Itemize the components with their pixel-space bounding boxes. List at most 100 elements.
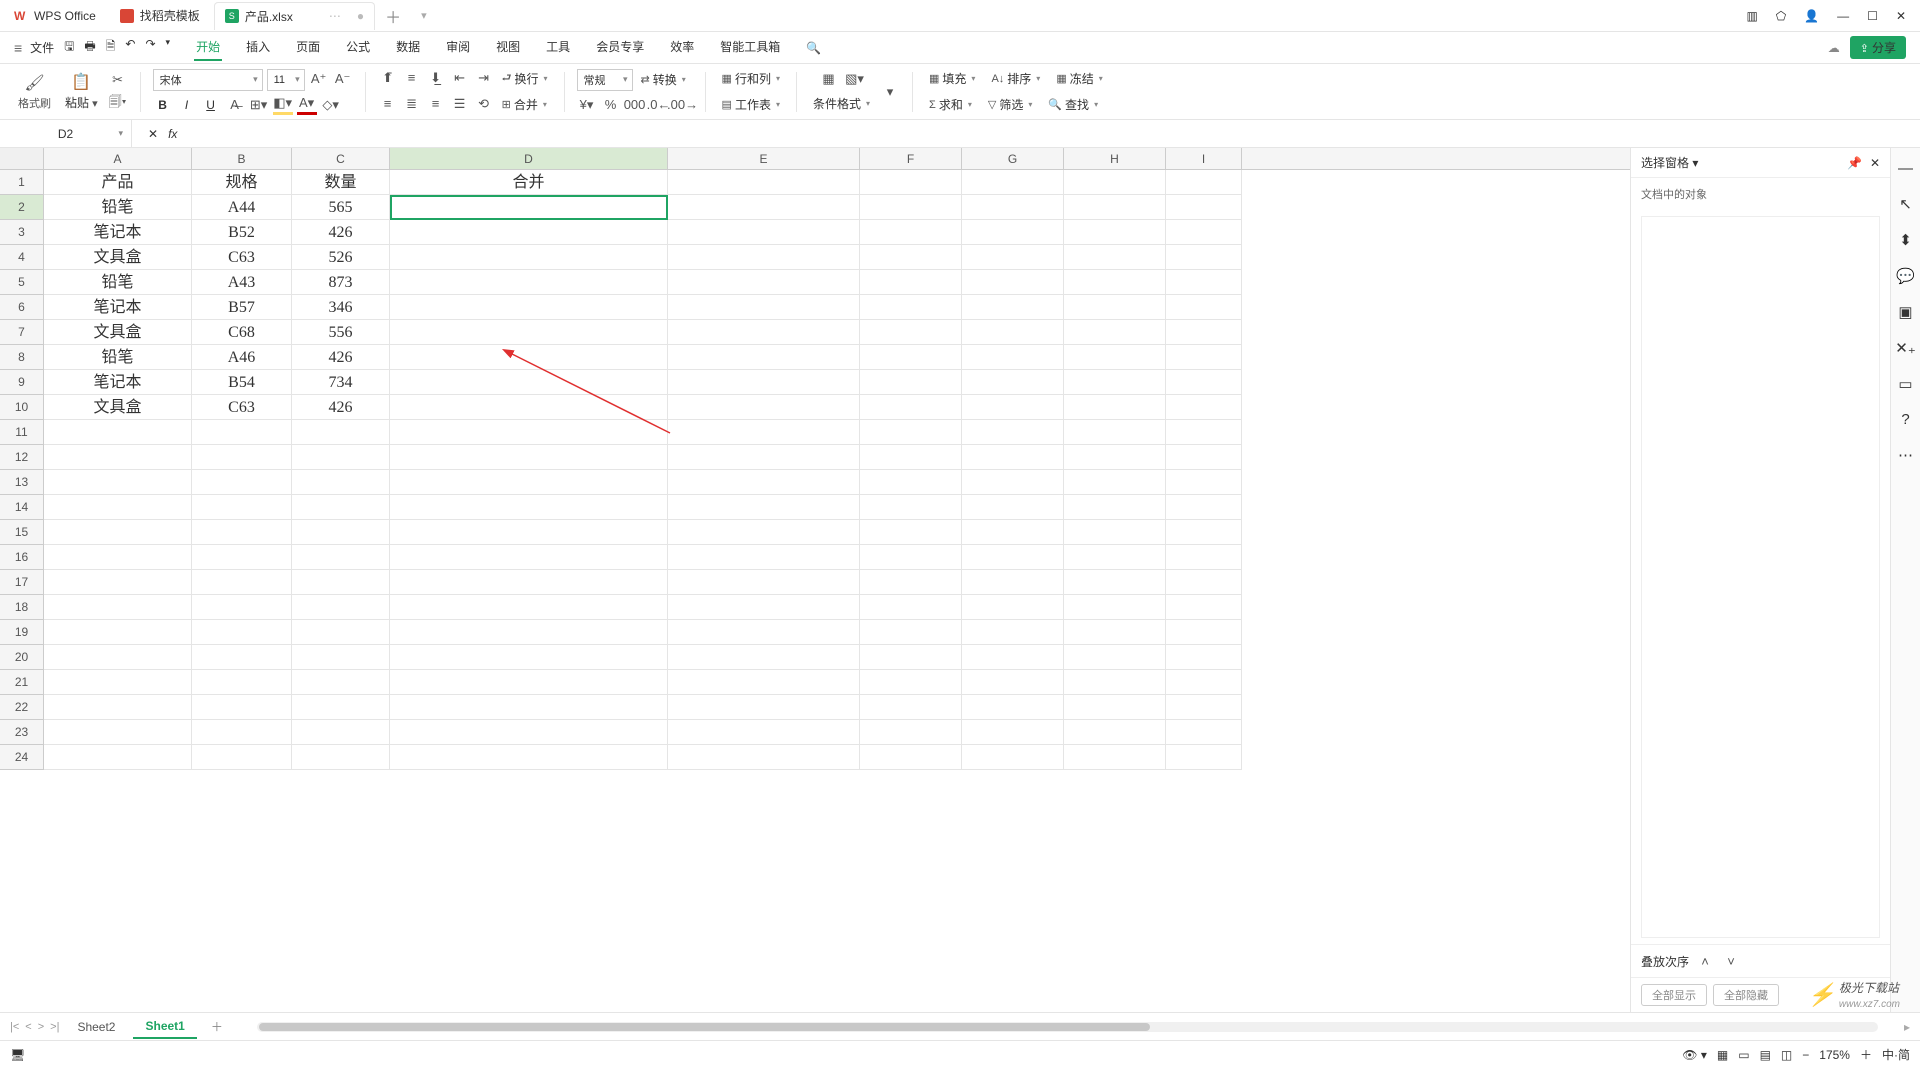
cell[interactable] — [1166, 170, 1242, 195]
cell[interactable]: 铅笔 — [44, 270, 192, 295]
cell[interactable] — [192, 745, 292, 770]
cell[interactable] — [668, 595, 860, 620]
cell[interactable] — [292, 745, 390, 770]
cell[interactable] — [390, 695, 668, 720]
cell[interactable] — [860, 695, 962, 720]
cell[interactable] — [962, 295, 1064, 320]
cell[interactable]: 规格 — [192, 170, 292, 195]
wrap-text-button[interactable]: ⮐ 换行 — [498, 68, 552, 90]
cell[interactable] — [1166, 520, 1242, 545]
comma-icon[interactable]: 000 — [625, 95, 645, 115]
percent-icon[interactable]: % — [601, 95, 621, 115]
cell[interactable] — [44, 520, 192, 545]
save-icon[interactable]: 🖫 — [64, 37, 74, 58]
row-header[interactable]: 22 — [0, 695, 44, 720]
row-header[interactable]: 19 — [0, 620, 44, 645]
cell[interactable] — [390, 270, 668, 295]
cell[interactable] — [668, 370, 860, 395]
tab-templates[interactable]: 找稻壳模板 — [110, 2, 210, 30]
cell[interactable]: A46 — [192, 345, 292, 370]
cell[interactable] — [1166, 470, 1242, 495]
cell[interactable]: B54 — [192, 370, 292, 395]
cell[interactable]: 873 — [292, 270, 390, 295]
column-header[interactable]: I — [1166, 148, 1242, 169]
cell[interactable]: 产品 — [44, 170, 192, 195]
sheet-next-icon[interactable]: > — [38, 1021, 44, 1033]
cell[interactable]: 426 — [292, 220, 390, 245]
cell[interactable] — [962, 595, 1064, 620]
cell[interactable] — [390, 645, 668, 670]
cell[interactable] — [860, 445, 962, 470]
cell[interactable] — [962, 670, 1064, 695]
cell[interactable] — [860, 520, 962, 545]
cell[interactable] — [1064, 620, 1166, 645]
cell[interactable] — [1166, 345, 1242, 370]
cell[interactable] — [292, 545, 390, 570]
image-icon[interactable]: ▣ — [1898, 303, 1912, 321]
cell[interactable] — [860, 245, 962, 270]
indent-right-icon[interactable]: ⇥ — [474, 68, 494, 88]
worksheet-button[interactable]: ▤ 工作表 — [718, 94, 784, 116]
cell[interactable] — [390, 420, 668, 445]
row-header[interactable]: 6 — [0, 295, 44, 320]
cell[interactable] — [1064, 645, 1166, 670]
styles-dropdown-icon[interactable]: ▾ — [880, 82, 900, 102]
cell[interactable] — [44, 495, 192, 520]
menu-tab-1[interactable]: 插入 — [244, 34, 272, 61]
cell[interactable] — [860, 645, 962, 670]
cell[interactable]: 426 — [292, 395, 390, 420]
column-header[interactable]: E — [668, 148, 860, 169]
cell[interactable] — [292, 720, 390, 745]
cell[interactable]: A43 — [192, 270, 292, 295]
strikethrough-icon[interactable]: A̶ — [225, 95, 245, 115]
font-name-combo[interactable]: 宋体 — [153, 69, 263, 91]
cell[interactable] — [390, 470, 668, 495]
cell[interactable] — [962, 470, 1064, 495]
cell[interactable] — [668, 745, 860, 770]
chat-icon[interactable]: 💬 — [1896, 267, 1915, 285]
row-header[interactable]: 14 — [0, 495, 44, 520]
minimize-icon[interactable]: — — [1837, 9, 1849, 23]
cell[interactable] — [668, 520, 860, 545]
row-header[interactable]: 10 — [0, 395, 44, 420]
cell[interactable] — [390, 245, 668, 270]
cell[interactable]: 526 — [292, 245, 390, 270]
cell[interactable] — [668, 720, 860, 745]
cell[interactable] — [668, 545, 860, 570]
cell[interactable] — [1064, 545, 1166, 570]
cell[interactable] — [292, 595, 390, 620]
share-button[interactable]: ⇪ 分享 — [1850, 36, 1906, 59]
pin-icon[interactable]: 📌 — [1847, 156, 1862, 170]
cell[interactable] — [292, 445, 390, 470]
cell[interactable]: 铅笔 — [44, 345, 192, 370]
cell[interactable] — [1064, 270, 1166, 295]
cell[interactable] — [962, 220, 1064, 245]
cell[interactable] — [390, 295, 668, 320]
cell[interactable] — [860, 170, 962, 195]
cell[interactable]: C68 — [192, 320, 292, 345]
cell[interactable] — [390, 520, 668, 545]
more-icon[interactable]: ⋯ — [1898, 446, 1913, 464]
decrease-decimal-icon[interactable]: .0← — [649, 95, 669, 115]
align-center-icon[interactable]: ≣ — [402, 94, 422, 114]
align-top-icon[interactable]: ⬆̄ — [378, 68, 398, 88]
cell[interactable] — [962, 570, 1064, 595]
row-header[interactable]: 12 — [0, 445, 44, 470]
collapse-rail-icon[interactable]: — — [1898, 160, 1913, 177]
cell[interactable]: 文具盒 — [44, 320, 192, 345]
cell[interactable] — [860, 370, 962, 395]
cell[interactable] — [860, 395, 962, 420]
cell[interactable] — [1166, 220, 1242, 245]
cell[interactable] — [1064, 295, 1166, 320]
menu-tab-10[interactable]: 智能工具箱 — [718, 34, 782, 61]
number-format-combo[interactable]: 常规 — [577, 69, 633, 91]
cell[interactable] — [44, 470, 192, 495]
cell[interactable] — [1166, 545, 1242, 570]
cell[interactable] — [44, 620, 192, 645]
row-header[interactable]: 8 — [0, 345, 44, 370]
cell[interactable]: 565 — [292, 195, 390, 220]
new-tab-button[interactable]: ＋ — [375, 4, 411, 28]
tab-close-icon[interactable]: ● — [357, 9, 364, 23]
cell[interactable] — [668, 420, 860, 445]
cell[interactable] — [860, 220, 962, 245]
